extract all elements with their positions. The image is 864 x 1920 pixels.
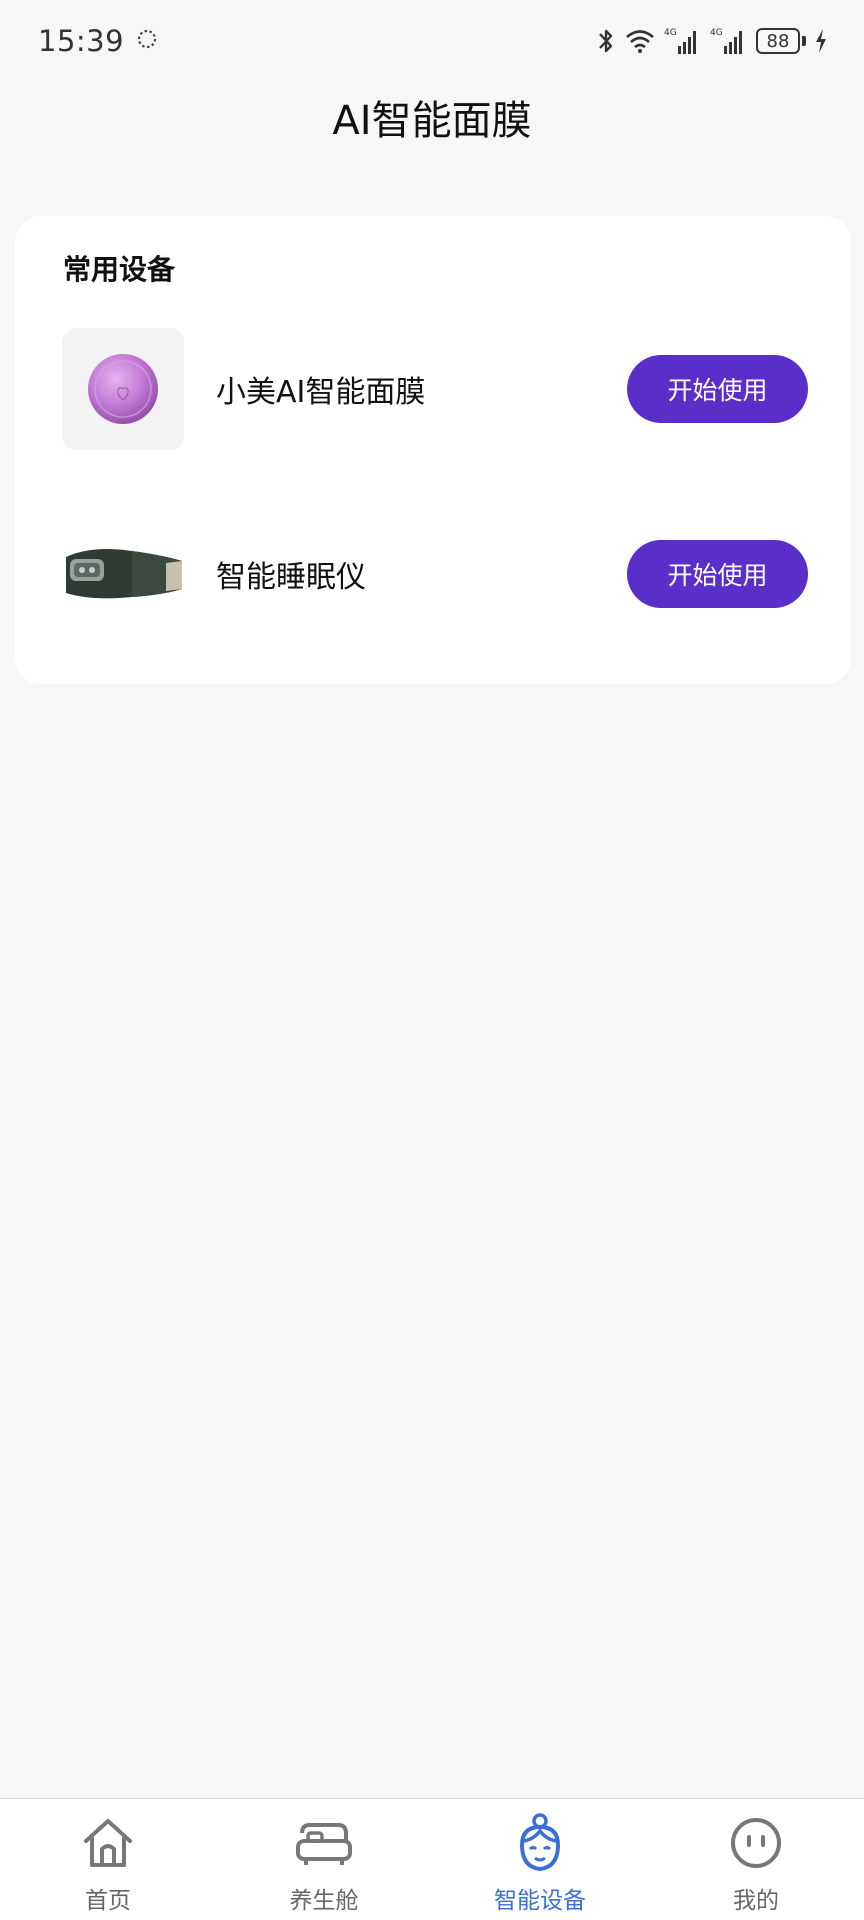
network-label-2: 4G bbox=[710, 28, 723, 38]
device-row-face-mask[interactable]: 小美AI智能面膜 开始使用 bbox=[62, 328, 808, 450]
screen: 15:39 4G 4G 88 AI智能面膜 常用设备 小美AI智能面膜 开始使用… bbox=[0, 0, 864, 1920]
network-label-1: 4G bbox=[664, 28, 677, 38]
smile-face-icon bbox=[726, 1813, 786, 1873]
face-mask-device-image bbox=[62, 328, 184, 450]
nav-item-smart-devices[interactable]: 智能设备 bbox=[432, 1799, 648, 1920]
nav-label: 养生舱 bbox=[289, 1888, 359, 1914]
capsule-icon bbox=[294, 1813, 354, 1873]
common-devices-card: 常用设备 小美AI智能面膜 开始使用 智能睡眠仪 开始使用 bbox=[15, 216, 851, 684]
page-title: AI智能面膜 bbox=[332, 98, 532, 144]
nav-label: 首页 bbox=[85, 1888, 131, 1914]
charging-icon bbox=[814, 28, 828, 54]
lady-face-icon bbox=[510, 1813, 570, 1873]
status-right: 4G 4G 88 bbox=[596, 26, 828, 56]
nav-item-capsule[interactable]: 养生舱 bbox=[216, 1799, 432, 1920]
wifi-icon bbox=[624, 27, 656, 55]
device-name: 智能睡眠仪 bbox=[216, 560, 366, 595]
nav-item-home[interactable]: 首页 bbox=[0, 1799, 216, 1920]
nav-label: 我的 bbox=[733, 1888, 779, 1914]
nav-item-mine[interactable]: 我的 bbox=[648, 1799, 864, 1920]
device-name: 小美AI智能面膜 bbox=[216, 375, 426, 410]
status-bar: 15:39 4G 4G 88 bbox=[0, 0, 864, 82]
device-row-sleep[interactable]: 智能睡眠仪 开始使用 bbox=[62, 513, 808, 635]
bluetooth-icon bbox=[596, 26, 616, 56]
battery-icon: 88 bbox=[756, 28, 806, 54]
sleep-eye-mask-image bbox=[62, 513, 184, 635]
loading-icon bbox=[136, 28, 158, 54]
card-title: 常用设备 bbox=[63, 253, 176, 286]
start-use-button[interactable]: 开始使用 bbox=[627, 355, 808, 423]
nav-label: 智能设备 bbox=[494, 1888, 586, 1914]
signal-icon: 4G bbox=[664, 26, 702, 56]
status-left: 15:39 bbox=[38, 24, 158, 58]
status-time: 15:39 bbox=[38, 24, 125, 58]
signal-icon: 4G bbox=[710, 26, 748, 56]
battery-level: 88 bbox=[756, 28, 800, 54]
start-use-button[interactable]: 开始使用 bbox=[627, 540, 808, 608]
bottom-nav: 首页 养生舱 智能设备 我的 bbox=[0, 1798, 864, 1920]
home-icon bbox=[78, 1813, 138, 1873]
